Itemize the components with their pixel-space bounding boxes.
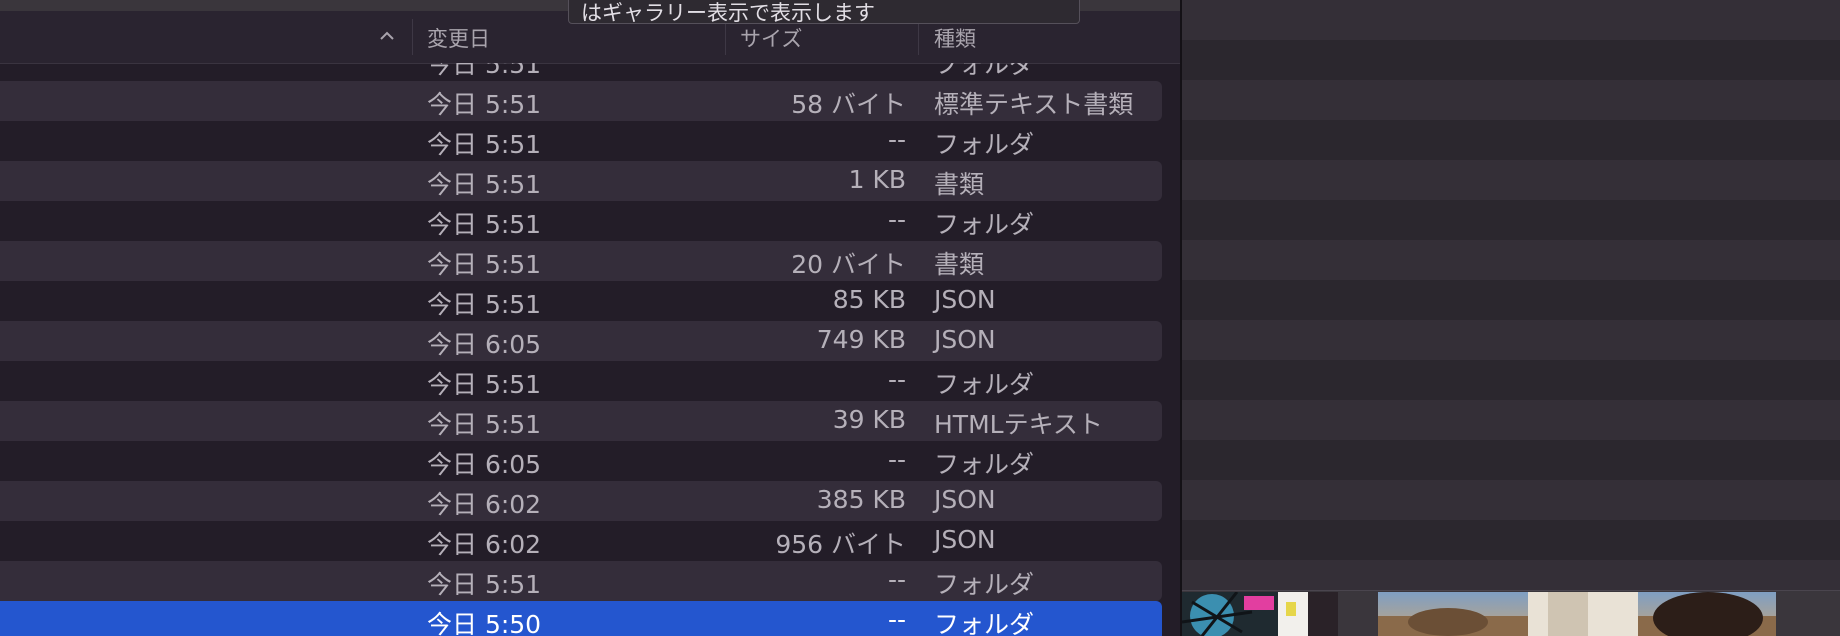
preview-background-band [1182, 400, 1840, 440]
row-date: 今日 5:51 [427, 170, 542, 199]
row-size: 85 KB [832, 285, 906, 314]
table-row-selected[interactable]: 今日 5:50 -- フォルダ [0, 601, 1162, 636]
chevron-up-icon[interactable] [378, 27, 396, 45]
row-date: 今日 5:51 [427, 290, 542, 319]
column-header-kind[interactable]: 種類 [934, 23, 976, 53]
preview-background-band [1182, 160, 1840, 200]
row-kind: フォルダ [934, 450, 1035, 479]
column-separator[interactable] [412, 19, 413, 55]
table-row[interactable]: 今日 5:51 1 KB 書類 [0, 161, 1162, 201]
table-row[interactable]: 今日 5:51 39 KB HTMLテキスト [0, 401, 1162, 441]
row-size: 749 KB [816, 325, 906, 354]
row-kind: JSON [934, 525, 996, 554]
preview-background-band [1182, 240, 1840, 280]
row-date: 今日 5:51 [427, 410, 542, 439]
file-list-view: 変更日 サイズ 種類 今日 5:51 フォルダ 今日 5:51 58 バイト 標準テ… [0, 11, 1180, 636]
preview-background-band [1182, 480, 1840, 520]
tooltip: はギャラリー表示で表示します [568, 0, 1080, 25]
table-row[interactable]: 今日 5:51 フォルダ [0, 63, 1162, 81]
comic-thumbnail-image [1182, 592, 1338, 636]
table-row[interactable]: 今日 5:51 85 KB JSON [0, 281, 1162, 321]
row-kind: フォルダ [934, 370, 1035, 399]
row-date: 今日 6:02 [427, 530, 542, 559]
table-row[interactable]: 今日 5:51 20 バイト 書類 [0, 241, 1162, 281]
row-size: 385 KB [816, 485, 906, 514]
finder-window: 変更日 サイズ 種類 今日 5:51 フォルダ 今日 5:51 58 バイト 標準テ… [0, 0, 1840, 636]
row-kind: 標準テキスト書類 [934, 90, 1134, 119]
row-date: 今日 5:51 [427, 90, 542, 119]
table-row[interactable]: 今日 5:51 -- フォルダ [0, 561, 1162, 601]
row-kind: フォルダ [934, 570, 1035, 599]
row-date: 今日 5:51 [427, 370, 542, 399]
row-date: 今日 5:51 [427, 130, 542, 159]
row-kind: フォルダ [934, 210, 1035, 239]
preview-pane [1182, 0, 1840, 636]
row-size: -- [887, 605, 906, 634]
row-date: 今日 5:51 [427, 570, 542, 599]
gallery-thumbnail[interactable] [1182, 592, 1338, 636]
row-kind: JSON [934, 485, 996, 514]
row-date: 今日 5:51 [427, 250, 542, 279]
row-date: 今日 5:51 [427, 210, 542, 239]
row-size: 58 バイト [791, 90, 906, 119]
row-kind: フォルダ [934, 63, 1035, 79]
preview-background-band [1182, 0, 1840, 40]
table-row[interactable]: 今日 6:02 385 KB JSON [0, 481, 1162, 521]
row-kind: JSON [934, 285, 996, 314]
table-row[interactable]: 今日 5:51 58 バイト 標準テキスト書類 [0, 81, 1162, 121]
row-kind: 書類 [934, 170, 985, 199]
table-row[interactable]: 今日 5:51 -- フォルダ [0, 361, 1162, 401]
row-size: 1 KB [848, 165, 906, 194]
table-row[interactable]: 今日 6:05 749 KB JSON [0, 321, 1162, 361]
tooltip-text: はギャラリー表示で表示します [581, 1, 875, 25]
row-date: 今日 6:05 [427, 450, 542, 479]
row-date: 今日 5:50 [427, 610, 542, 636]
preview-background-band [1182, 320, 1840, 360]
row-size: -- [887, 205, 906, 234]
column-header-modified[interactable]: 変更日 [427, 23, 490, 53]
row-size: -- [887, 565, 906, 594]
column-header-size[interactable]: サイズ [740, 23, 802, 53]
preview-background-band [1182, 80, 1840, 120]
row-size: 956 バイト [775, 530, 906, 559]
table-row[interactable]: 今日 5:51 -- フォルダ [0, 121, 1162, 161]
row-size: -- [887, 365, 906, 394]
column-separator[interactable] [918, 19, 919, 55]
row-date: 今日 6:05 [427, 330, 542, 359]
row-size: 20 バイト [791, 250, 906, 279]
row-kind: フォルダ [934, 610, 1035, 636]
row-size: 39 KB [832, 405, 906, 434]
row-size: -- [887, 125, 906, 154]
row-date: 今日 6:02 [427, 490, 542, 519]
file-rows: 今日 5:51 フォルダ 今日 5:51 58 バイト 標準テキスト書類 今日 5:5… [0, 63, 1180, 636]
row-kind: 書類 [934, 250, 985, 279]
row-kind: JSON [934, 325, 996, 354]
table-row[interactable]: 今日 6:05 -- フォルダ [0, 441, 1162, 481]
row-size: -- [887, 445, 906, 474]
row-kind: HTMLテキスト [934, 410, 1103, 439]
table-row[interactable]: 今日 6:02 956 バイト JSON [0, 521, 1162, 561]
photo-thumbnail-image [1378, 592, 1776, 636]
table-row[interactable]: 今日 5:51 -- フォルダ [0, 201, 1162, 241]
row-date: 今日 5:51 [427, 63, 542, 79]
row-kind: フォルダ [934, 130, 1035, 159]
gallery-thumbnail[interactable] [1378, 592, 1776, 636]
